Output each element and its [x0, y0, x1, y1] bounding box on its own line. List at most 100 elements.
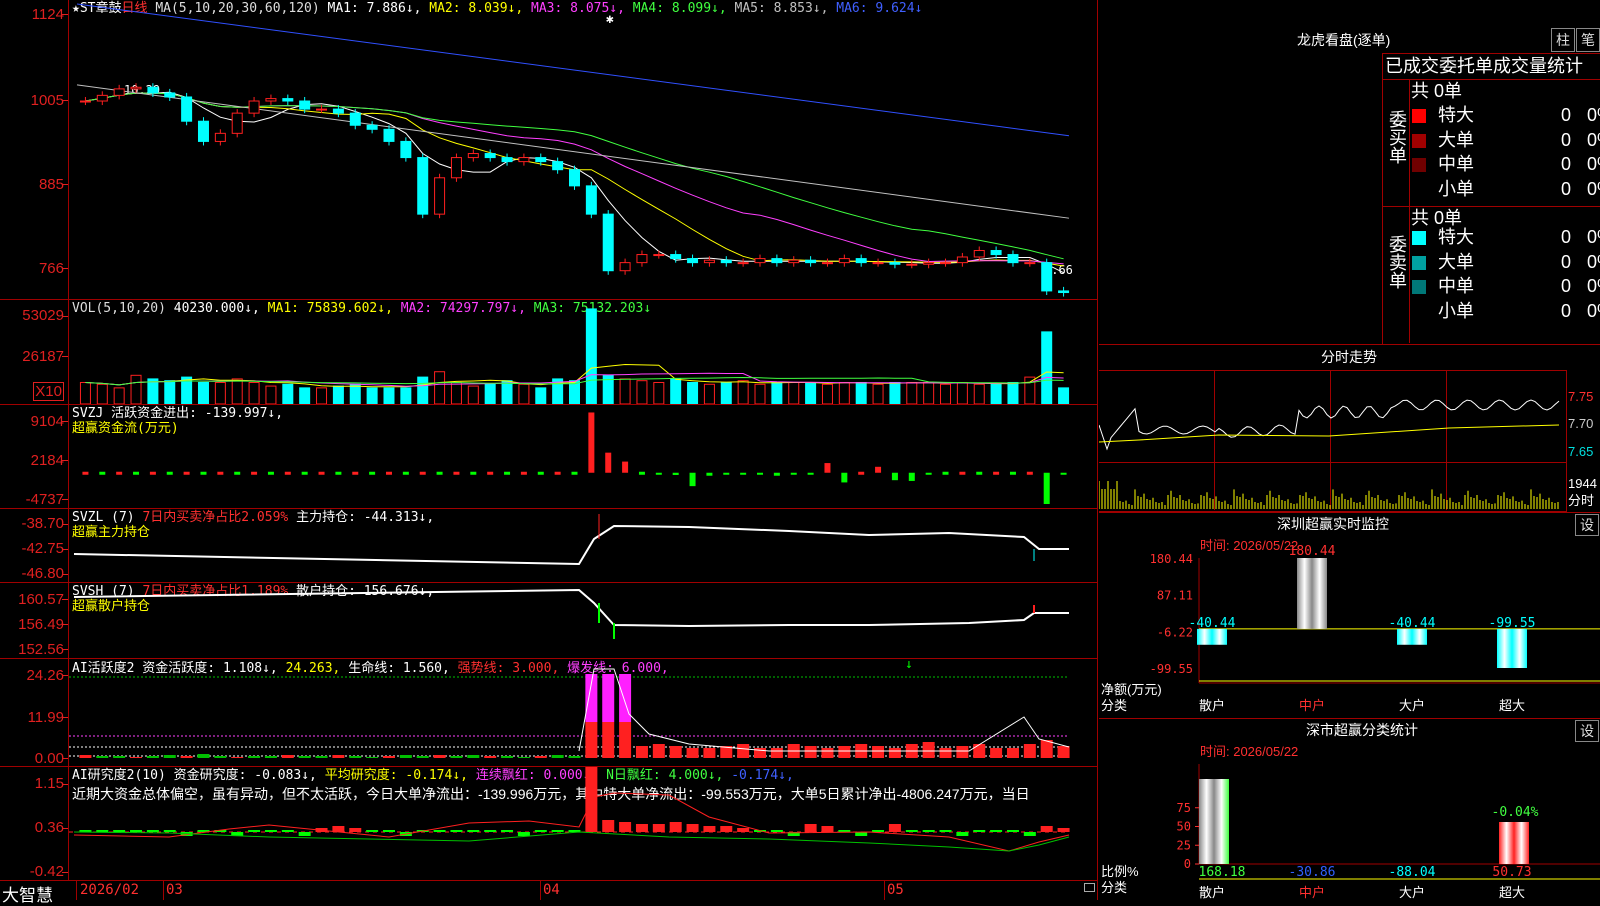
- vol-chart[interactable]: [69, 300, 1097, 404]
- candle-body: [79, 100, 91, 103]
- flow-bar: [875, 466, 882, 473]
- research-bar: [669, 822, 682, 832]
- pen-mode-button[interactable]: 笔: [1576, 28, 1600, 52]
- active-bar: [669, 746, 682, 758]
- candle-body: [687, 258, 699, 264]
- svzl-chart[interactable]: [69, 509, 1097, 582]
- sz-class-chart[interactable]: 75 50 25 0 -0.04% 168.18 散户 -30.86 中户 -88.04 大户 50.…: [1099, 719, 1600, 900]
- active-bar: [602, 674, 615, 722]
- svzj-chart[interactable]: [69, 405, 1097, 508]
- candle-body: [906, 263, 918, 266]
- vol-bar: [332, 385, 344, 404]
- flow-bar: [740, 472, 747, 475]
- vol-bar: [383, 387, 395, 404]
- candle-body: [720, 259, 732, 264]
- candle-body: [130, 86, 142, 90]
- research-bar: [770, 830, 783, 832]
- research-bar: [1006, 830, 1019, 832]
- active-bar: [315, 756, 328, 758]
- active-bar: [602, 722, 615, 758]
- flow-bar: [790, 472, 797, 475]
- vol-bar: [990, 383, 1002, 404]
- candle-body: [349, 112, 361, 126]
- svsh-chart[interactable]: [69, 583, 1097, 658]
- active-bar: [551, 755, 564, 758]
- research-bar: [382, 830, 395, 832]
- vol-bar: [130, 374, 142, 404]
- candle-body: [400, 140, 412, 159]
- vol-bar: [1058, 387, 1070, 404]
- flow-bar: [891, 472, 898, 481]
- main-chart-area[interactable]: 1124 1005 885 766 ★ST章鼓日线 MA(5,10,20,30,…: [0, 0, 1098, 905]
- axis-label: 180.44: [1150, 552, 1193, 566]
- active-bar: [1040, 740, 1053, 758]
- flow-bar: [908, 472, 915, 481]
- active-bar: [79, 755, 92, 758]
- price-chart[interactable]: [69, 0, 1097, 299]
- research-bar: [602, 820, 615, 832]
- active-bar: [484, 756, 497, 758]
- research-bar: [619, 822, 632, 832]
- flow-dash: [1026, 471, 1033, 475]
- flow-dash: [301, 471, 308, 475]
- order-row-sell: 特大 0 0%: [1411, 226, 1600, 250]
- flow-dash: [217, 471, 224, 475]
- active-bar: [264, 756, 277, 758]
- vol-bar: [737, 380, 749, 404]
- intraday-chart[interactable]: [1099, 370, 1566, 510]
- active-bar: [888, 748, 901, 758]
- vol-bar: [720, 381, 732, 404]
- active-bar: [399, 755, 412, 758]
- research-bar: [939, 830, 952, 832]
- color-swatch: [1412, 133, 1426, 148]
- candle-body: [197, 120, 209, 142]
- candle-body: [771, 258, 783, 264]
- intraday-avg-line: [1099, 424, 1560, 443]
- vol-bar: [518, 383, 530, 404]
- research-bar: [821, 826, 834, 832]
- candle-body: [147, 86, 159, 94]
- vol-bar: [366, 387, 378, 404]
- flow-bar: [706, 472, 713, 476]
- active-bar: [534, 756, 547, 758]
- lock-icon[interactable]: [1084, 883, 1095, 892]
- order-row-buy: 大单 0 0%: [1411, 129, 1600, 153]
- vol-bar: [653, 381, 665, 404]
- ai-research-chart[interactable]: [69, 767, 1097, 880]
- date-label: 2026/02: [80, 882, 140, 898]
- flow-dash: [82, 471, 89, 475]
- candle-body: [113, 88, 125, 96]
- flow-dash: [858, 471, 865, 475]
- axis-label: 156.49: [18, 616, 64, 633]
- order-label: 大单: [1438, 251, 1474, 272]
- active-bar: [248, 756, 261, 758]
- order-count: 0: [1561, 251, 1572, 272]
- candle-body: [231, 112, 243, 134]
- bar-mode-button[interactable]: 柱: [1551, 28, 1575, 52]
- flow-bar: [841, 472, 848, 483]
- active-bar: [1057, 746, 1070, 758]
- order-row-sell: 中单 0 0%: [1411, 275, 1600, 299]
- vol-bar: [214, 381, 226, 404]
- axis-label: 50: [1177, 820, 1191, 834]
- flow-bar: [824, 463, 831, 473]
- ratio-bar: [1499, 822, 1529, 864]
- order-count: 0: [1561, 276, 1572, 296]
- flow-dash: [402, 471, 409, 475]
- research-bar: [467, 830, 480, 832]
- net-bar: [1397, 628, 1427, 645]
- sz-monitor-chart[interactable]: 180.4487.11-6.22-99.55-40.44散户180.44中户-4…: [1099, 513, 1600, 717]
- axis-label: 1124: [31, 6, 64, 23]
- research-bar: [450, 830, 463, 832]
- bottom-date-bar[interactable]: 大智慧 2026/02 03 04 05: [0, 881, 1098, 905]
- active-bar: [619, 722, 632, 758]
- candle-body: [703, 259, 715, 264]
- research-bar: [737, 828, 750, 832]
- category-label: 大户: [1399, 885, 1425, 900]
- axis-label: 0.36: [34, 819, 64, 836]
- research-bar: [501, 830, 514, 832]
- ratio-bar: [1199, 779, 1229, 864]
- flow-dash: [352, 471, 359, 475]
- intraday-panel[interactable]: 分时走势 7.75 7.70 7.65 1944 分时: [1099, 345, 1600, 512]
- ai-active-chart[interactable]: ↓: [69, 659, 1097, 766]
